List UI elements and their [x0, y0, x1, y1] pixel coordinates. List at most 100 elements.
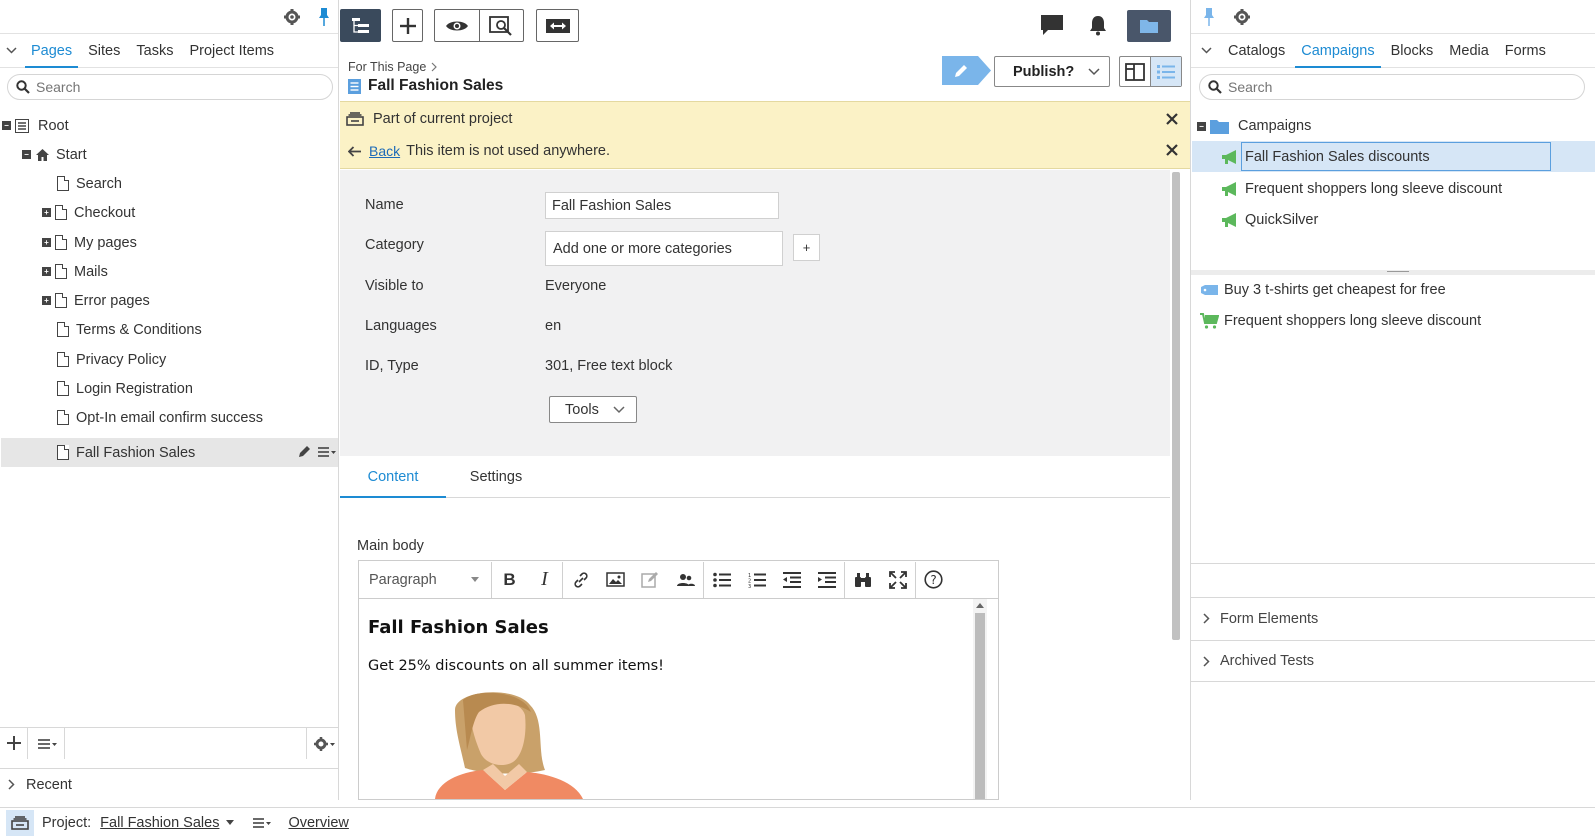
tree-item-my-pages[interactable]: + My pages: [42, 228, 137, 257]
tree-item-root[interactable]: − Root: [2, 111, 69, 140]
bold-icon[interactable]: B: [492, 562, 527, 598]
notifications-bell-icon[interactable]: [1087, 14, 1109, 36]
tree-item-error-pages[interactable]: + Error pages: [42, 286, 150, 315]
project-menu-icon[interactable]: [253, 817, 272, 829]
overview-link[interactable]: Overview: [288, 815, 348, 831]
project-mode-button[interactable]: [6, 809, 34, 836]
campaign-item-quicksilver[interactable]: QuickSilver: [1221, 206, 1318, 234]
category-input[interactable]: Add one or more categories: [545, 231, 783, 266]
collapse-chevron-icon[interactable]: [6, 47, 17, 54]
asset-search-input[interactable]: [1228, 79, 1529, 95]
tab-catalogs[interactable]: Catalogs: [1220, 34, 1293, 68]
collapse-icon[interactable]: −: [22, 150, 31, 159]
pin-icon[interactable]: [1203, 7, 1215, 27]
gear-icon[interactable]: [283, 8, 301, 26]
model-photo-image[interactable]: [415, 690, 591, 799]
numbered-list-icon[interactable]: 123: [739, 562, 774, 598]
caret-down-icon[interactable]: [226, 820, 235, 825]
outdent-icon[interactable]: [774, 562, 809, 598]
tree-item-fall-fashion-sales[interactable]: Fall Fashion Sales: [57, 438, 195, 467]
tree-item-login[interactable]: Login Registration: [57, 374, 193, 403]
personalized-content-icon[interactable]: [668, 562, 703, 598]
tree-item-search[interactable]: Search: [57, 169, 122, 198]
tree-item-checkout[interactable]: + Checkout: [42, 198, 135, 227]
tab-settings[interactable]: Settings: [446, 457, 546, 498]
tab-campaigns[interactable]: Campaigns: [1293, 34, 1382, 68]
tree-item-opt-in[interactable]: Opt-In email confirm success: [57, 403, 263, 432]
collapse-icon[interactable]: −: [1197, 121, 1206, 131]
format-select[interactable]: Paragraph: [359, 561, 492, 598]
tree-item-start[interactable]: − Start: [22, 140, 87, 169]
editor-scrollbar[interactable]: [973, 599, 987, 799]
on-page-edit-button[interactable]: [1120, 57, 1151, 86]
tab-project-items[interactable]: Project Items: [181, 34, 282, 68]
languages-value[interactable]: en: [545, 318, 561, 334]
pin-icon[interactable]: [318, 7, 330, 27]
tab-sites[interactable]: Sites: [80, 34, 128, 68]
collapse-chevron-icon[interactable]: [1201, 47, 1212, 54]
expand-icon[interactable]: +: [42, 267, 51, 276]
editor-body[interactable]: Fall Fashion Sales Get 25% discounts on …: [359, 599, 998, 799]
gear-icon[interactable]: [1233, 8, 1251, 26]
publish-button[interactable]: Publish?: [994, 56, 1110, 87]
name-input[interactable]: Fall Fashion Sales: [545, 192, 779, 219]
campaign-item-fall-fashion[interactable]: Fall Fashion Sales discounts: [1221, 143, 1430, 171]
form-elements-accordion[interactable]: Form Elements: [1191, 597, 1595, 639]
indent-icon[interactable]: [809, 562, 844, 598]
properties-scrollbar[interactable]: [1172, 170, 1180, 800]
tab-tasks[interactable]: Tasks: [128, 34, 181, 68]
all-properties-button[interactable]: [1150, 57, 1181, 86]
tab-media[interactable]: Media: [1441, 34, 1497, 68]
breadcrumb[interactable]: For This Page: [348, 60, 438, 74]
edit-pencil-icon[interactable]: [297, 444, 312, 459]
campaigns-folder[interactable]: − Campaigns: [1197, 112, 1311, 140]
tab-forms[interactable]: Forms: [1497, 34, 1554, 68]
pane-splitter[interactable]: [1191, 270, 1595, 275]
project-selector[interactable]: Fall Fashion Sales: [100, 815, 219, 831]
assets-pane-toggle[interactable]: [1127, 10, 1171, 42]
page-search-input[interactable]: [36, 79, 289, 95]
tab-content[interactable]: Content: [340, 457, 446, 498]
tree-item-privacy[interactable]: Privacy Policy: [57, 345, 166, 374]
italic-icon[interactable]: I: [527, 562, 562, 598]
add-icon[interactable]: [6, 735, 22, 751]
visible-to-value[interactable]: Everyone: [545, 278, 606, 294]
tab-blocks[interactable]: Blocks: [1383, 34, 1442, 68]
navigation-tree-button[interactable]: [340, 9, 381, 42]
link-icon[interactable]: [563, 562, 598, 598]
tools-dropdown[interactable]: Tools: [549, 396, 637, 423]
editing-status-button[interactable]: [942, 56, 992, 85]
edit-image-icon[interactable]: [633, 562, 668, 598]
close-icon[interactable]: [1166, 113, 1178, 125]
add-content-button[interactable]: [392, 9, 423, 42]
archived-tests-accordion[interactable]: Archived Tests: [1191, 640, 1595, 682]
add-category-button[interactable]: +: [793, 234, 820, 261]
discount-item-frequent-shoppers[interactable]: Frequent shoppers long sleeve discount: [1200, 307, 1481, 335]
asset-search[interactable]: [1199, 74, 1585, 100]
close-icon[interactable]: [1166, 144, 1178, 156]
back-link[interactable]: Back: [369, 143, 400, 159]
expand-icon[interactable]: +: [42, 296, 51, 305]
tree-item-terms[interactable]: Terms & Conditions: [57, 315, 202, 344]
settings-menu-icon[interactable]: [306, 728, 339, 759]
campaign-item-frequent-shoppers[interactable]: Frequent shoppers long sleeve discount: [1221, 175, 1502, 203]
comments-icon[interactable]: [1040, 14, 1064, 36]
help-icon[interactable]: ?: [916, 562, 951, 598]
fullscreen-icon[interactable]: [880, 562, 915, 598]
recent-accordion[interactable]: Recent: [0, 768, 339, 800]
preview-button[interactable]: [435, 19, 479, 33]
tab-pages[interactable]: Pages: [23, 34, 80, 68]
collapse-icon[interactable]: −: [2, 121, 11, 130]
image-icon[interactable]: [598, 562, 633, 598]
bullet-list-icon[interactable]: [704, 562, 739, 598]
compare-versions-button[interactable]: [536, 9, 579, 42]
find-replace-icon[interactable]: [845, 562, 880, 598]
expand-icon[interactable]: +: [42, 238, 51, 247]
page-search[interactable]: [7, 74, 333, 100]
compare-preview-button[interactable]: [480, 15, 523, 36]
expand-icon[interactable]: +: [42, 208, 51, 217]
tree-item-mails[interactable]: + Mails: [42, 257, 108, 286]
context-menu-icon[interactable]: [318, 446, 336, 458]
discount-item-buy-3[interactable]: Buy 3 t-shirts get cheapest for free: [1200, 276, 1446, 304]
list-menu-button[interactable]: [27, 728, 65, 759]
